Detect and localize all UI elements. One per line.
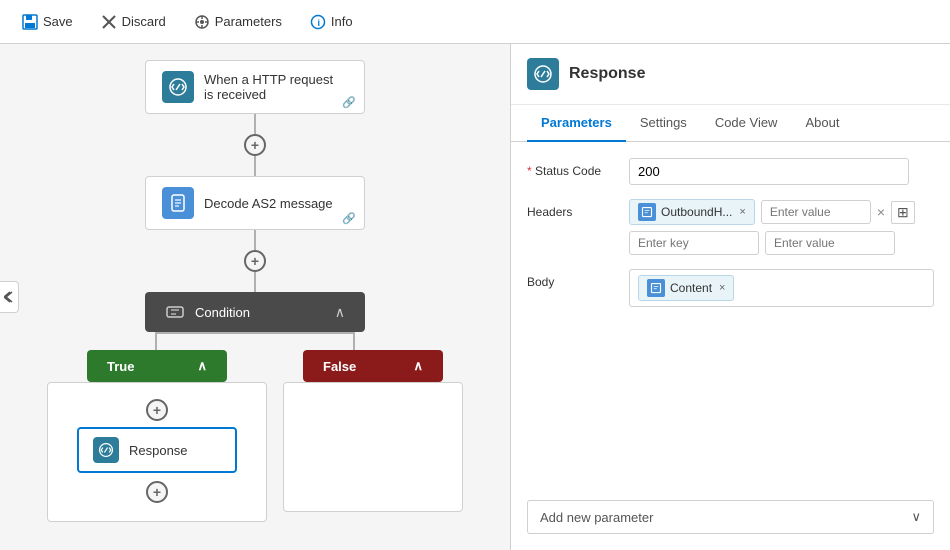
content-chip-label: Content	[670, 281, 712, 295]
false-branch-header[interactable]: False ∧	[303, 350, 443, 382]
info-label: Info	[331, 14, 353, 29]
condition-icon	[165, 302, 185, 322]
enter-key-input[interactable]	[629, 231, 759, 255]
panel: Response Parameters Settings Code View A…	[510, 44, 950, 550]
horizontal-line	[155, 332, 355, 334]
close-icon	[101, 14, 117, 30]
chip-close-button[interactable]: ×	[739, 206, 745, 218]
add-step-2-button[interactable]: +	[244, 250, 266, 272]
array-icon-button[interactable]: ⊞	[891, 201, 915, 224]
response-node[interactable]: Response	[77, 427, 237, 473]
decode-as2-label: Decode AS2 message	[204, 196, 333, 211]
branch-container: True ∧ + Response	[47, 350, 463, 522]
status-code-row: * Status Code	[527, 158, 934, 185]
enter-value-input-1[interactable]	[761, 200, 871, 224]
true-branch-label: True	[107, 359, 134, 374]
false-branch-label: False	[323, 359, 356, 374]
add-param-select[interactable]: Add new parameter ∨	[527, 500, 934, 534]
content-chip-close-button[interactable]: ×	[719, 282, 725, 294]
line	[254, 156, 256, 176]
http-request-node[interactable]: When a HTTP requestis received 🔗	[145, 60, 365, 114]
headers-area: OutboundH... × × ⊞	[629, 199, 934, 255]
discard-button[interactable]: Discard	[95, 10, 172, 34]
add-param-label: Add new parameter	[540, 510, 653, 525]
required-star: *	[527, 164, 532, 178]
tab-parameters[interactable]: Parameters	[527, 105, 626, 142]
tab-code-view[interactable]: Code View	[701, 105, 792, 142]
outbound-header-chip[interactable]: OutboundH... ×	[629, 199, 755, 225]
headers-label: Headers	[527, 199, 617, 219]
tab-settings[interactable]: Settings	[626, 105, 701, 142]
header-row-1: OutboundH... × × ⊞	[629, 199, 934, 225]
parameters-button[interactable]: Parameters	[188, 10, 288, 34]
false-branch-collapse: ∧	[413, 358, 423, 374]
tabs: Parameters Settings Code View About	[511, 105, 950, 142]
decode-as2-icon	[162, 187, 194, 219]
body-label: Body	[527, 269, 617, 289]
status-code-input[interactable]	[629, 158, 909, 185]
main: When a HTTP requestis received 🔗 + Decod…	[0, 44, 950, 550]
branch-section: True ∧ + Response	[0, 332, 510, 522]
enter-value-input-2[interactable]	[765, 231, 895, 255]
info-button[interactable]: i Info	[304, 10, 359, 34]
add-step-1-button[interactable]: +	[244, 134, 266, 156]
status-code-label: * Status Code	[527, 158, 617, 178]
http-request-icon	[162, 71, 194, 103]
toolbar: Save Discard Parameters i Info	[0, 0, 950, 44]
header-row-2	[629, 231, 934, 255]
form-area: * Status Code Headers OutboundH... ×	[511, 142, 950, 500]
true-branch-header[interactable]: True ∧	[87, 350, 227, 382]
condition-label: Condition	[195, 305, 250, 320]
save-label: Save	[43, 14, 73, 29]
panel-header-icon	[527, 58, 559, 90]
link-icon: 🔗	[342, 96, 356, 109]
save-icon	[22, 14, 38, 30]
tab-about[interactable]: About	[791, 105, 853, 142]
decode-as2-node[interactable]: Decode AS2 message 🔗	[145, 176, 365, 230]
condition-collapse-icon: ∧	[335, 304, 345, 321]
true-branch-add-button[interactable]: +	[146, 399, 168, 421]
info-icon: i	[310, 14, 326, 30]
false-branch: False ∧	[283, 350, 463, 512]
svg-text:i: i	[317, 18, 320, 28]
line	[254, 272, 256, 292]
line	[254, 230, 256, 250]
left-branch-line	[155, 332, 157, 350]
save-button[interactable]: Save	[16, 10, 79, 34]
canvas: When a HTTP requestis received 🔗 + Decod…	[0, 44, 510, 550]
connector-1: +	[244, 114, 266, 176]
collapse-panel-button[interactable]	[0, 281, 19, 313]
false-branch-body	[283, 382, 463, 512]
true-branch: True ∧ + Response	[47, 350, 267, 522]
parameters-label: Parameters	[215, 14, 282, 29]
add-param-row: Add new parameter ∨	[527, 500, 934, 534]
chip-icon	[638, 203, 656, 221]
flow-container: When a HTTP requestis received 🔗 + Decod…	[0, 60, 510, 522]
body-row: Body Content ×	[527, 269, 934, 307]
line	[254, 114, 256, 134]
panel-header: Response	[511, 44, 950, 105]
connector-2: +	[244, 230, 266, 292]
true-branch-add-bottom-button[interactable]: +	[146, 481, 168, 503]
panel-title: Response	[569, 65, 645, 83]
headers-row: Headers OutboundH... × × ⊞	[527, 199, 934, 255]
body-chip-area[interactable]: Content ×	[629, 269, 934, 307]
response-icon	[93, 437, 119, 463]
delete-header-button[interactable]: ×	[877, 204, 885, 220]
discard-label: Discard	[122, 14, 166, 29]
chip-label: OutboundH...	[661, 205, 732, 219]
response-label: Response	[129, 443, 188, 458]
http-request-label: When a HTTP requestis received	[204, 72, 333, 102]
content-chip-icon	[647, 279, 665, 297]
chevron-down-icon: ∨	[911, 509, 921, 525]
link-icon: 🔗	[342, 212, 356, 225]
true-branch-collapse: ∧	[197, 358, 207, 374]
condition-node[interactable]: Condition ∧	[145, 292, 365, 332]
right-branch-line	[353, 332, 355, 350]
true-branch-body: + Response +	[47, 382, 267, 522]
parameters-icon	[194, 14, 210, 30]
content-chip[interactable]: Content ×	[638, 275, 734, 301]
